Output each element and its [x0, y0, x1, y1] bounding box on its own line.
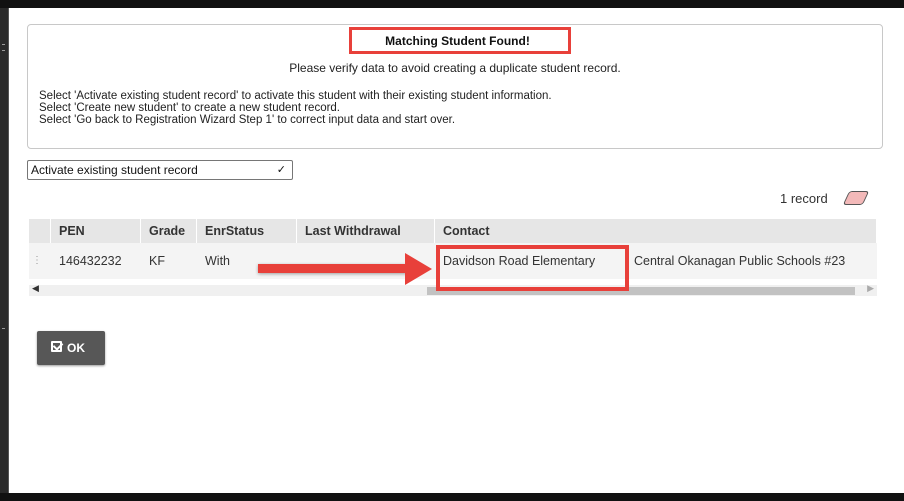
check-square-icon — [51, 341, 62, 352]
grid-header: PEN Grade EnrStatus Last Withdrawal Cont… — [29, 219, 877, 243]
notice-subtitle: Please verify data to avoid creating a d… — [289, 61, 621, 75]
background-window-edge — [0, 8, 8, 501]
column-header-enrstatus[interactable]: EnrStatus — [197, 219, 297, 243]
column-header-contact[interactable]: Contact — [435, 219, 877, 243]
scroll-left-icon[interactable]: ◀ — [32, 283, 39, 294]
action-select[interactable]: Activate existing student record ✓ — [27, 160, 293, 180]
window-bottom-bar — [0, 493, 904, 501]
row-selector-header — [29, 219, 51, 243]
instruction-line: Select 'Create new student' to create a … — [39, 102, 341, 114]
scroll-right-icon[interactable]: ▶ — [867, 283, 874, 294]
row-selector-handle[interactable]: ⋮ — [32, 243, 42, 279]
notice-instructions: Select 'Activate existing student record… — [39, 90, 552, 126]
column-header-grade[interactable]: Grade — [141, 219, 197, 243]
record-count: 1 record — [780, 191, 828, 206]
cell-pen: 146432232 — [59, 254, 122, 268]
cell-grade: KF — [149, 254, 165, 268]
annotation-arrow-head — [405, 253, 432, 285]
annotation-arrow — [258, 264, 414, 273]
chevron-down-icon: ✓ — [276, 164, 286, 176]
action-select-value: Activate existing student record — [31, 163, 198, 177]
column-header-last-withdrawal[interactable]: Last Withdrawal — [297, 219, 435, 243]
matching-student-notice: Matching Student Found! Please verify da… — [27, 24, 883, 149]
notice-title: Matching Student Found! — [385, 34, 530, 48]
column-header-pen[interactable]: PEN — [51, 219, 141, 243]
ok-button[interactable]: OK — [37, 331, 105, 365]
cell-enrstatus: With — [205, 254, 230, 268]
ok-button-label: OK — [67, 341, 85, 355]
district-link[interactable]: Central Okanagan Public Schools #23 — [626, 243, 877, 279]
instruction-line: Select 'Activate existing student record… — [39, 90, 552, 102]
contact-highlight-box — [436, 245, 629, 291]
window-top-bar — [0, 0, 904, 8]
instruction-line: Select 'Go back to Registration Wizard S… — [39, 114, 456, 126]
